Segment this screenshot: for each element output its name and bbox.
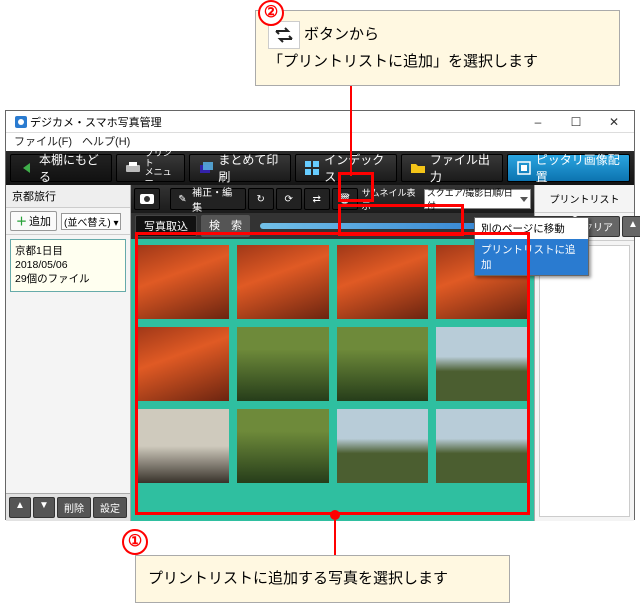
file-output-button[interactable]: ファイル出力 xyxy=(401,154,503,182)
dropdown-add-print-list[interactable]: プリントリストに追加 xyxy=(475,239,588,275)
wand-icon: ✎ xyxy=(176,192,189,206)
index-button[interactable]: インデックス xyxy=(295,154,397,182)
menu-file[interactable]: ファイル(F) xyxy=(14,133,72,151)
print-menu-button[interactable]: プリントメニュー xyxy=(116,154,186,182)
window-title: デジカメ・スマホ写真管理 xyxy=(30,114,524,130)
rotate-button[interactable]: ↻ xyxy=(248,188,274,210)
trash-icon: 🗑 xyxy=(338,192,352,206)
sidebar-heading: 京都旅行 xyxy=(6,185,130,208)
plus-icon: ＋ xyxy=(16,213,27,229)
camera-button[interactable] xyxy=(134,188,160,210)
print-list-up[interactable]: ▲ xyxy=(622,216,640,237)
sidebar-move-up[interactable]: ▲ xyxy=(9,497,31,518)
thumbnail-grid xyxy=(131,239,534,521)
add-button[interactable]: ＋ 追加 xyxy=(10,211,57,231)
menu-help[interactable]: ヘルプ(H) xyxy=(82,133,130,151)
index-icon xyxy=(304,159,320,177)
thumbnail[interactable] xyxy=(236,326,330,402)
fit-icon xyxy=(516,159,532,177)
album-item[interactable]: 京都1日目 2018/05/06 29個のファイル xyxy=(10,239,126,292)
thumbnail-label: サムネイル表示 xyxy=(362,186,422,212)
thumbnail[interactable] xyxy=(136,326,230,402)
stack-icon xyxy=(198,159,214,177)
app-icon xyxy=(12,113,30,131)
close-button[interactable]: ✕ xyxy=(600,115,628,129)
arrow-left-icon xyxy=(19,159,35,177)
thumbnail[interactable] xyxy=(435,408,529,484)
center-pane: ✎補正・編集 ↻ ⟳ ⇄ 🗑 サムネイル表示 スクエア/撮影日順/日付 写真取込… xyxy=(131,185,534,521)
thumbnail[interactable] xyxy=(136,408,230,484)
sidebar-delete[interactable]: 削除 xyxy=(57,497,91,518)
callout-top: ボタンから 「プリントリストに追加」を選択します xyxy=(255,10,620,86)
folder-icon xyxy=(410,159,426,177)
back-to-shelf-button[interactable]: 本棚にもどる xyxy=(10,154,112,182)
batch-print-button[interactable]: まとめて印刷 xyxy=(189,154,291,182)
thumbnail[interactable] xyxy=(336,326,430,402)
thumbnail[interactable] xyxy=(336,408,430,484)
correct-edit-button[interactable]: ✎補正・編集 xyxy=(170,188,246,210)
thumbnail[interactable] xyxy=(236,408,330,484)
tab-import[interactable]: 写真取込 xyxy=(135,215,197,237)
printer-icon xyxy=(125,159,141,177)
thumbnail[interactable] xyxy=(336,244,430,320)
maximize-button[interactable]: ☐ xyxy=(562,115,590,129)
fit-images-button[interactable]: ピッタリ画像配置 xyxy=(507,154,630,182)
thumbnail[interactable] xyxy=(236,244,330,320)
app-window: デジカメ・スマホ写真管理 – ☐ ✕ ファイル(F) ヘルプ(H) 本棚にもどる… xyxy=(5,110,635,520)
callout-bottom: プリントリストに追加する写真を選択します xyxy=(135,555,510,603)
step-number-2: ② xyxy=(258,0,284,26)
menu-bar: ファイル(F) ヘルプ(H) xyxy=(6,133,634,151)
rotate-icon: ↻ xyxy=(254,192,268,206)
center-toolbar: ✎補正・編集 ↻ ⟳ ⇄ 🗑 サムネイル表示 スクエア/撮影日順/日付 xyxy=(131,185,534,213)
sidebar-move-down[interactable]: ▼ xyxy=(33,497,55,518)
refresh-button[interactable]: ⟳ xyxy=(276,188,302,210)
minimize-button[interactable]: – xyxy=(524,115,552,129)
delete-button[interactable]: 🗑 xyxy=(332,188,358,210)
swap-dropdown-menu: 別のページに移動 プリントリストに追加 xyxy=(474,217,589,276)
sidebar: 京都旅行 ＋ 追加 (並べ替え) ▾ 京都1日目 2018/05/06 29個の… xyxy=(6,185,131,521)
sidebar-settings[interactable]: 設定 xyxy=(93,497,127,518)
thumbnail-mode-select[interactable]: スクエア/撮影日順/日付 xyxy=(424,189,531,209)
thumbnail[interactable] xyxy=(435,326,529,402)
swap-button[interactable]: ⇄ xyxy=(304,188,330,210)
tab-search[interactable]: 検 索 xyxy=(201,215,250,237)
sort-select[interactable]: (並べ替え) ▾ xyxy=(61,213,121,230)
step-number-1: ① xyxy=(122,529,148,555)
dropdown-move-page[interactable]: 別のページに移動 xyxy=(475,218,588,239)
title-bar: デジカメ・スマホ写真管理 – ☐ ✕ xyxy=(6,111,634,133)
thumbnail[interactable] xyxy=(136,244,230,320)
print-list-body xyxy=(539,245,630,517)
refresh-icon: ⟳ xyxy=(282,192,296,206)
swap-icon: ⇄ xyxy=(310,192,324,206)
main-toolbar: 本棚にもどる プリントメニュー まとめて印刷 インデックス ファイル出力 ピッタ… xyxy=(6,151,634,185)
print-list-title: プリントリスト xyxy=(535,185,634,213)
camera-icon xyxy=(140,192,154,206)
